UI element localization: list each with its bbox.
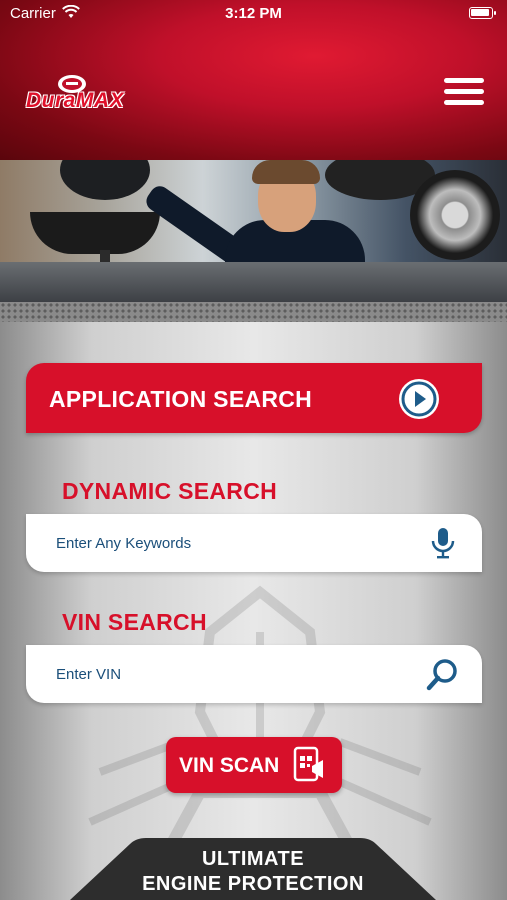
vin-scan-button[interactable]: VIN SCAN (166, 737, 342, 793)
search-icon[interactable] (426, 657, 460, 691)
app-header: Carrier 3:12 PM DuraMAX (0, 0, 507, 160)
banner-line-1: ULTIMATE (201, 848, 305, 870)
engine-protection-banner: ULTIMATE ENGINE PROTECTION (70, 836, 436, 900)
battery-icon (469, 7, 496, 19)
phone-scan-icon (293, 746, 323, 782)
checker-divider (0, 302, 507, 322)
banner-line-2: ENGINE PROTECTION (142, 873, 364, 895)
duramax-logo: DuraMAX (26, 74, 198, 118)
application-search-button[interactable]: APPLICATION SEARCH (26, 363, 482, 433)
dynamic-search-field (26, 514, 482, 572)
application-search-label: APPLICATION SEARCH (49, 386, 313, 412)
status-time: 3:12 PM (225, 5, 282, 22)
vin-scan-label: VIN SCAN (179, 754, 280, 777)
microphone-icon[interactable] (426, 526, 460, 560)
hamburger-menu-icon[interactable] (444, 78, 486, 108)
dynamic-search-input[interactable] (56, 530, 416, 556)
logo-text: DuraMAX (26, 89, 125, 112)
vin-search-input[interactable] (56, 661, 416, 687)
status-bar: Carrier 3:12 PM (0, 0, 507, 28)
play-circle-icon (399, 379, 439, 419)
vin-search-title: VIN SEARCH (62, 609, 207, 635)
vin-search-field (26, 645, 482, 703)
hero-image (0, 160, 507, 302)
dynamic-search-title: DYNAMIC SEARCH (62, 478, 278, 504)
